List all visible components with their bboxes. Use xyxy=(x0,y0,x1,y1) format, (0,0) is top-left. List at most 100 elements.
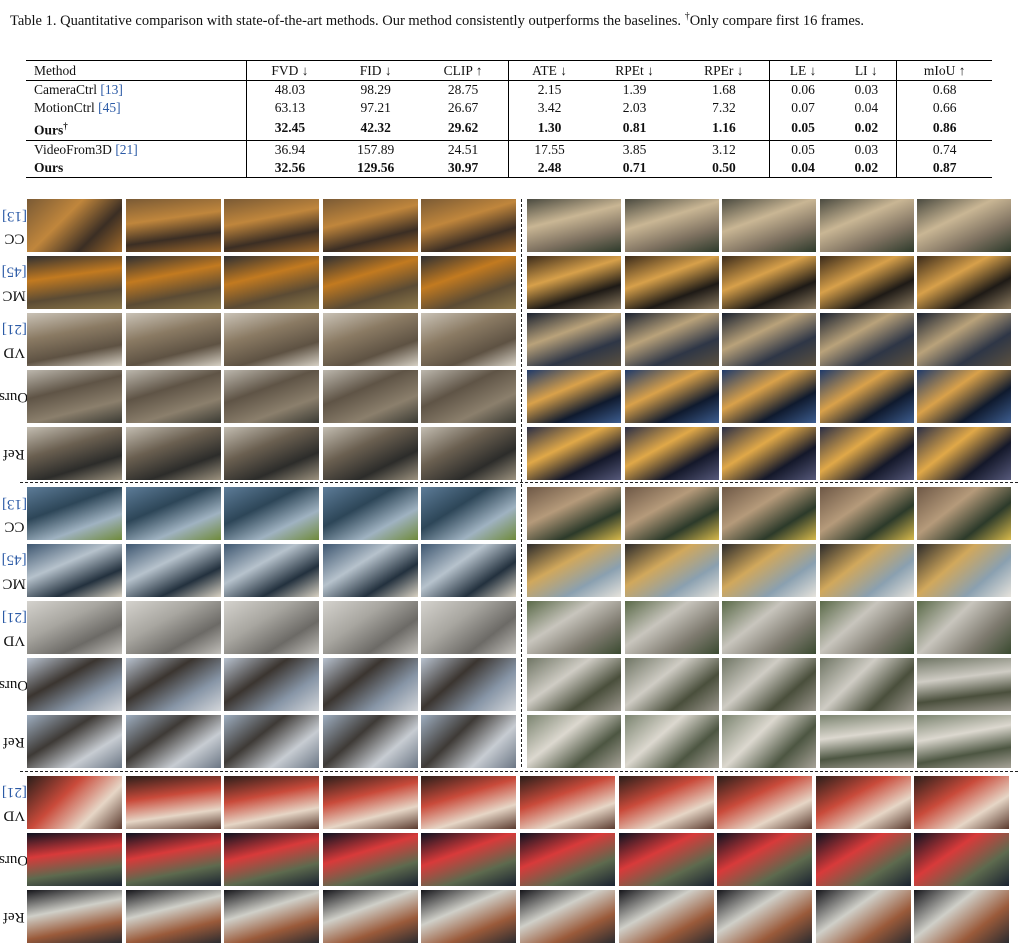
metric-cell: 1.30 xyxy=(507,117,591,140)
row-label-text: VD xyxy=(3,632,25,649)
row-label-text: Ours xyxy=(0,852,29,868)
video-frame-thumbnail xyxy=(224,313,319,366)
row-label-vd: VD [21] xyxy=(2,601,27,654)
video-frame-thumbnail xyxy=(819,370,914,423)
video-frame-thumbnail xyxy=(224,487,319,540)
video-frame-thumbnail xyxy=(421,427,516,480)
row-label-ours: Ours xyxy=(0,370,29,423)
row-label-ours: Ours xyxy=(0,658,29,711)
method-name: VideoFrom3D xyxy=(34,141,112,157)
table-row: CameraCtrl [13] 48.03 98.29 28.75 2.15 1.39 1.… xyxy=(26,80,992,100)
row-label-text: CC xyxy=(4,518,25,535)
row-label-text: VD xyxy=(3,344,25,361)
video-frame-thumbnail xyxy=(322,313,418,366)
video-frame-thumbnail xyxy=(917,427,1011,480)
video-frame-thumbnail xyxy=(125,427,221,480)
metric-cell: 0.04 xyxy=(769,158,837,178)
video-frame-thumbnail xyxy=(917,256,1011,309)
row-label-citation: [45] xyxy=(1,263,27,280)
video-frame-thumbnail xyxy=(624,256,719,309)
video-frame-thumbnail xyxy=(527,427,621,480)
video-frame-thumbnail xyxy=(322,833,418,886)
metric-cell: 0.05 xyxy=(769,139,837,159)
video-frame-thumbnail xyxy=(125,313,221,366)
video-frame-thumbnail xyxy=(125,370,221,423)
video-frame-thumbnail xyxy=(520,833,615,886)
video-frame-thumbnail xyxy=(917,199,1011,252)
metric-cell: 0.03 xyxy=(854,82,879,97)
video-frame-thumbnail xyxy=(722,658,816,711)
video-frame-thumbnail xyxy=(914,776,1010,829)
method-cell: CameraCtrl [13] xyxy=(26,81,246,100)
video-frame-thumbnail xyxy=(125,487,221,540)
video-frame-thumbnail xyxy=(322,890,418,943)
video-frame-thumbnail xyxy=(27,601,122,654)
video-frame-thumbnail xyxy=(520,890,615,943)
metric-cell: 0.50 xyxy=(678,158,770,178)
metric-cell: 0.81 xyxy=(622,120,647,136)
video-frame-thumbnail xyxy=(125,776,221,829)
video-frame-thumbnail xyxy=(322,601,418,654)
video-frame-thumbnail xyxy=(421,370,516,423)
video-frame-thumbnail xyxy=(224,833,320,886)
video-frame-thumbnail xyxy=(917,601,1011,654)
video-frame-thumbnail xyxy=(125,890,221,943)
metric-cell: 28.75 xyxy=(447,82,479,97)
method-name: MotionCtrl xyxy=(34,100,95,115)
row-label-text: MC xyxy=(2,575,26,592)
col-header-miou: mIoU ↑ xyxy=(896,60,992,81)
row-label-cc: CC [13] xyxy=(1,199,27,252)
method-citation: [21] xyxy=(115,141,138,157)
metric-cell: 3.12 xyxy=(678,139,770,159)
metric-cell: 0.07 xyxy=(769,99,837,117)
video-frame-thumbnail xyxy=(527,256,621,309)
col-header-method: Method xyxy=(26,60,247,81)
method-cell: Ours xyxy=(26,158,247,178)
video-frame-thumbnail xyxy=(322,776,418,829)
method-name: Ours xyxy=(34,122,64,138)
method-name: CameraCtrl xyxy=(34,82,97,97)
video-frame-thumbnail xyxy=(717,890,813,943)
video-frame-thumbnail xyxy=(527,313,621,366)
row-label-ours: Ours xyxy=(0,833,29,886)
row-label-text: Ref xyxy=(3,909,25,925)
col-header-le: LE ↓ xyxy=(769,60,837,81)
metric-cell: 1.16 xyxy=(712,120,736,136)
video-frame-thumbnail xyxy=(27,487,122,540)
video-frame-thumbnail xyxy=(125,601,221,654)
video-frame-thumbnail xyxy=(27,833,122,886)
video-frame-thumbnail xyxy=(224,427,319,480)
video-frame-thumbnail xyxy=(722,256,816,309)
metric-cell: 0.05 xyxy=(769,117,837,140)
method-name: Ours xyxy=(34,159,64,175)
results-table: Method FVD ↓ FID ↓ CLIP ↑ ATE ↓ RPEt ↓ R… xyxy=(26,60,992,178)
row-label-text: VD xyxy=(3,807,25,824)
row-label-cc: CC [13] xyxy=(2,487,27,540)
metric-cell: 0.68 xyxy=(896,80,992,99)
video-frame-thumbnail xyxy=(421,601,516,654)
video-frame-thumbnail xyxy=(624,715,719,768)
col-header-clip: CLIP ↑ xyxy=(418,60,509,81)
figure-dashed-separator xyxy=(20,771,1018,772)
video-frame-thumbnail xyxy=(27,256,122,309)
video-frame-thumbnail xyxy=(717,833,813,886)
metric-cell: 0.06 xyxy=(769,80,837,99)
video-frame-thumbnail xyxy=(917,370,1011,423)
video-frame-thumbnail xyxy=(819,715,914,768)
video-frame-thumbnail xyxy=(722,427,816,480)
video-frame-thumbnail xyxy=(125,256,221,309)
video-frame-thumbnail xyxy=(224,256,319,309)
method-dagger: † xyxy=(63,121,68,131)
col-header-rpet: RPEt ↓ xyxy=(590,60,679,81)
video-frame-thumbnail xyxy=(322,487,418,540)
video-frame-thumbnail xyxy=(722,487,816,540)
video-frame-thumbnail xyxy=(722,715,816,768)
col-header-fid: FID ↓ xyxy=(332,60,419,81)
video-frame-thumbnail xyxy=(917,544,1011,597)
video-frame-thumbnail xyxy=(322,658,418,711)
video-frame-thumbnail xyxy=(527,487,621,540)
video-frame-thumbnail xyxy=(618,776,714,829)
video-frame-thumbnail xyxy=(819,199,914,252)
video-frame-thumbnail xyxy=(914,833,1010,886)
row-label-citation: [13] xyxy=(1,207,27,224)
